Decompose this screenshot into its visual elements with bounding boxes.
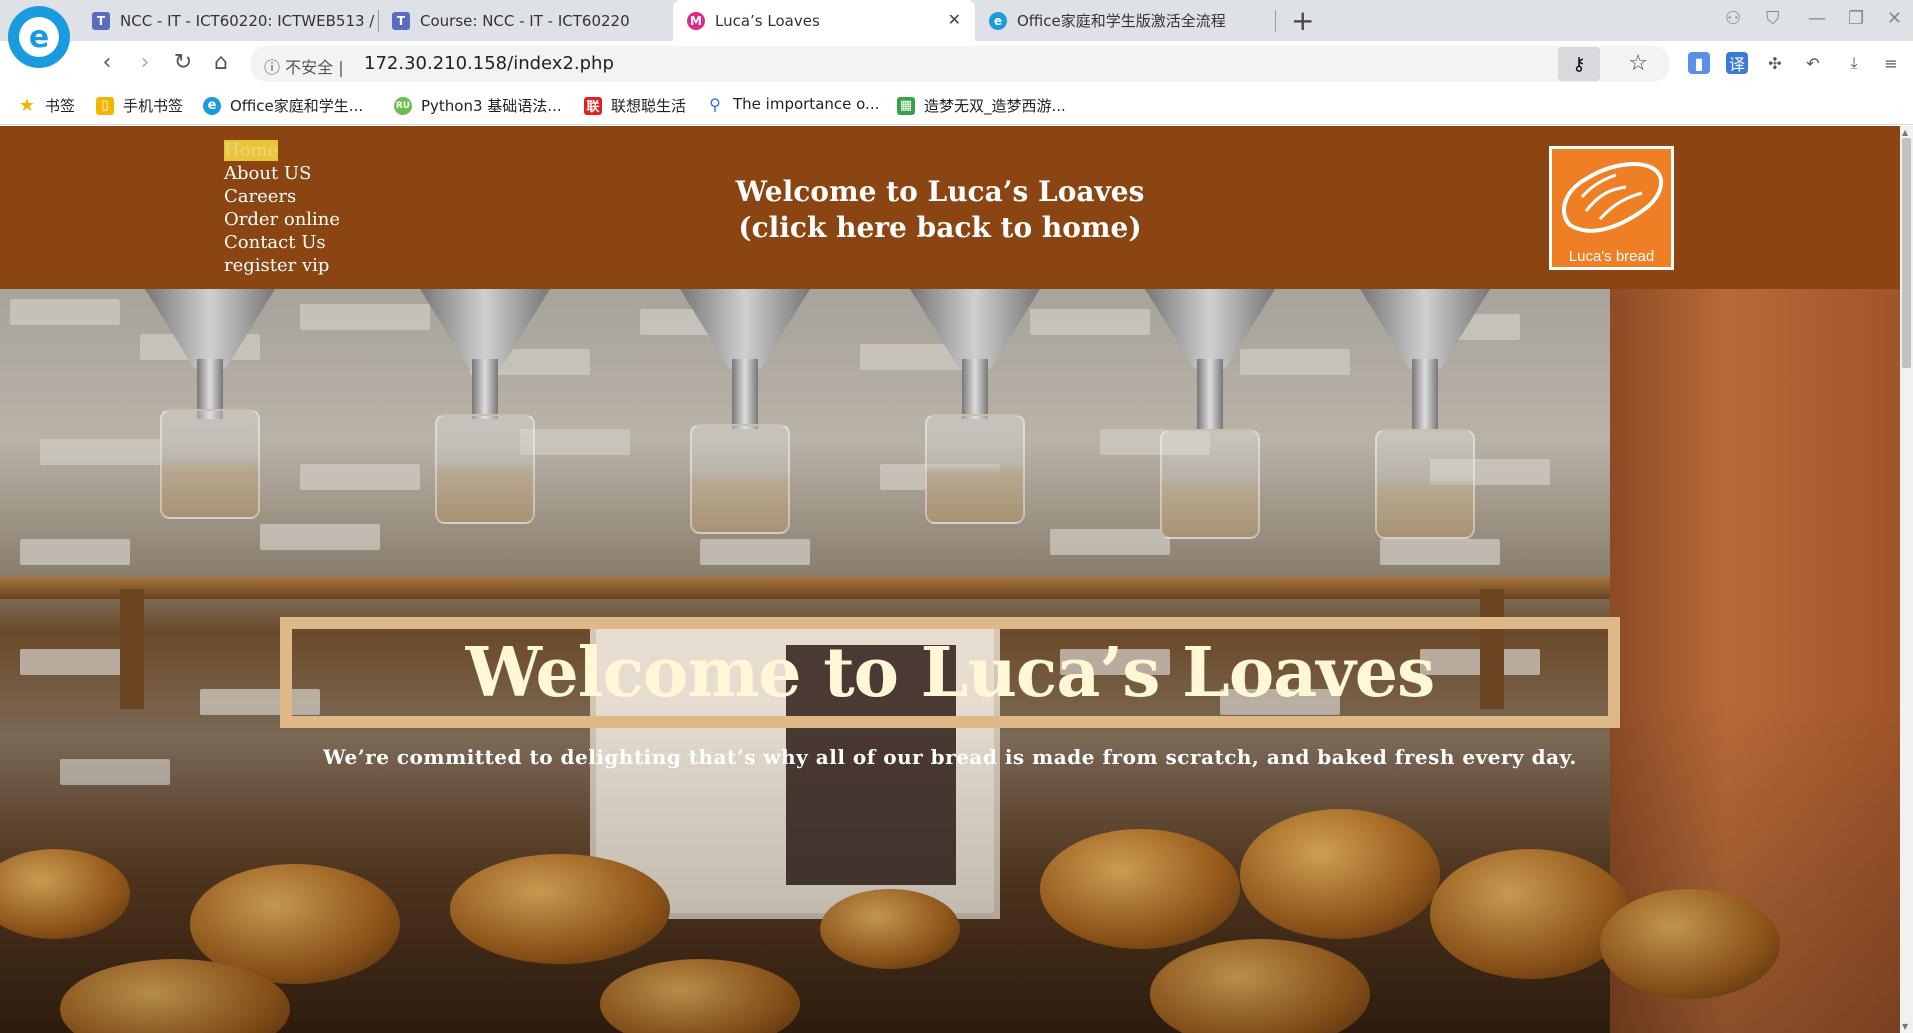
back-icon[interactable]: ‹ (94, 50, 120, 75)
address-toolbar: ‹ › ↻ ⌂ ⓘ 不安全 | 172.30.210.158/index2.ph… (0, 41, 1913, 87)
home-icon[interactable]: ⌂ (208, 50, 234, 75)
address-bar[interactable]: ⓘ 不安全 | 172.30.210.158/index2.php ⚷ ☆ (250, 46, 1670, 82)
bookmark-item[interactable]: ▦ 造梦无双_造梦西游... (897, 95, 1066, 116)
browser-logo-icon[interactable]: e (8, 6, 70, 68)
bookmark-label: 造梦无双_造梦西游... (924, 97, 1066, 115)
tab-title: Course: NCC - IT - ICT60220 (420, 11, 630, 30)
site-favicon-icon: M (687, 11, 705, 30)
bookmarks-bar: ★ 书签 ▯ 手机书签 e Office家庭和学生... RU Python3 … (0, 87, 1913, 125)
scrollbar-thumb[interactable] (1902, 138, 1911, 368)
bookmark-item[interactable]: 联 联想聪生活 (584, 95, 686, 116)
user-icon[interactable]: ⚇ (1725, 8, 1741, 29)
tab-office[interactable]: e Office家庭和学生版激活全流程 (975, 0, 1275, 41)
key-icon[interactable]: ⚷ (1558, 47, 1600, 81)
site-nav: Home About US Careers Order online Conta… (224, 139, 340, 277)
restore-icon[interactable]: ❐ (1848, 8, 1864, 29)
teams-icon: T (92, 11, 110, 30)
nav-item-about[interactable]: About US (224, 162, 340, 185)
nav-item-careers[interactable]: Careers (224, 185, 340, 208)
bookmark-item[interactable]: ⚲ The importance o... (706, 94, 880, 114)
nav-item-register-vip[interactable]: register vip (224, 254, 340, 277)
url-text[interactable]: 172.30.210.158/index2.php (364, 53, 614, 74)
tab-title: Luca’s Loaves (715, 11, 820, 30)
bookmark-label: 手机书签 (123, 97, 184, 115)
edge-icon: e (989, 11, 1007, 30)
page-scrollbar[interactable]: ▲ ▼ (1900, 126, 1913, 1033)
minimize-icon[interactable]: — (1808, 8, 1826, 29)
hero-subtitle: We’re committed to delighting that’s why… (323, 745, 1577, 769)
bookmark-star-icon[interactable]: ☆ (1628, 51, 1648, 76)
menu-icon[interactable]: ≡ (1880, 52, 1902, 74)
site-header: Home About US Careers Order online Conta… (0, 126, 1900, 289)
close-tab-icon[interactable]: ✕ (948, 10, 961, 29)
extension-icon[interactable]: ▮ (1688, 52, 1710, 74)
page-viewport: Home About US Careers Order online Conta… (0, 126, 1900, 1033)
tab-course[interactable]: T Course: NCC - IT - ICT60220 (378, 0, 673, 41)
hero-title: Welcome to Luca’s Loaves (465, 633, 1436, 713)
header-title: Welcome to Luca’s Loaves (735, 175, 1145, 208)
puzzle-icon[interactable]: ✣ (1764, 52, 1786, 74)
bookmark-label: Office家庭和学生... (230, 97, 364, 115)
python-site-icon: RU (394, 96, 412, 115)
shirt-skin-icon[interactable]: ⛉ (1766, 8, 1780, 29)
search-icon: ⚲ (709, 94, 721, 114)
logo-text: Luca's bread (1568, 248, 1655, 265)
lenovo-icon: 联 (584, 96, 602, 115)
translate-icon[interactable]: 译 (1726, 52, 1748, 74)
teams-icon: T (392, 11, 410, 30)
tab-lucas-loaves[interactable]: M Luca’s Loaves ✕ (673, 0, 975, 41)
tab-title: NCC - IT - ICT60220: ICTWEB513 / (120, 11, 375, 30)
reload-icon[interactable]: ↻ (170, 50, 196, 75)
bookmark-label: 书签 (45, 97, 76, 115)
bookmark-label: Python3 基础语法... (421, 97, 562, 115)
tab-title: Office家庭和学生版激活全流程 (1017, 12, 1226, 30)
nav-item-order-online[interactable]: Order online (224, 208, 340, 231)
scroll-up-icon[interactable]: ▲ (1902, 128, 1908, 137)
star-icon: ★ (18, 95, 36, 116)
scroll-down-icon[interactable]: ▼ (1902, 1022, 1908, 1031)
header-home-hint: (click here back to home) (738, 211, 1142, 244)
nav-item-contact[interactable]: Contact Us (224, 231, 340, 254)
phone-bookmark-icon: ▯ (96, 96, 114, 115)
site-logo[interactable]: Luca's bread (1549, 146, 1674, 270)
nav-item-home[interactable]: Home (224, 139, 340, 162)
nav-label[interactable]: Home (224, 140, 279, 161)
bookmark-item[interactable]: ★ 书签 (18, 95, 75, 116)
security-indicator[interactable]: ⓘ 不安全 | (264, 54, 344, 78)
bookmark-item[interactable]: RU Python3 基础语法... (394, 95, 562, 116)
new-tab-button[interactable]: + (1291, 4, 1314, 37)
edge-icon: e (203, 96, 221, 115)
tab-divider (1275, 10, 1276, 32)
game-icon: ▦ (897, 96, 915, 115)
bookmark-item[interactable]: e Office家庭和学生... (203, 95, 363, 116)
header-home-link[interactable]: Welcome to Luca’s Loaves (click here bac… (560, 174, 1320, 246)
undo-icon[interactable]: ↶ (1802, 52, 1824, 74)
tab-ncc-ict60220[interactable]: T NCC - IT - ICT60220: ICTWEB513 / (78, 0, 378, 41)
forward-icon[interactable]: › (132, 50, 158, 75)
bookmark-label: The importance o... (733, 95, 880, 113)
bookmark-label: 联想聪生活 (611, 97, 687, 115)
security-label: 不安全 (285, 58, 334, 77)
bookmark-item[interactable]: ▯ 手机书签 (96, 95, 183, 116)
bread-logo-icon (1561, 162, 1664, 233)
hero-banner: Welcome to Luca’s Loaves We’re committed… (0, 289, 1900, 1033)
tab-strip: T NCC - IT - ICT60220: ICTWEB513 / T Cou… (0, 0, 1913, 41)
close-window-icon[interactable]: ✕ (1887, 8, 1902, 29)
download-icon[interactable]: ⤓ (1843, 52, 1865, 74)
